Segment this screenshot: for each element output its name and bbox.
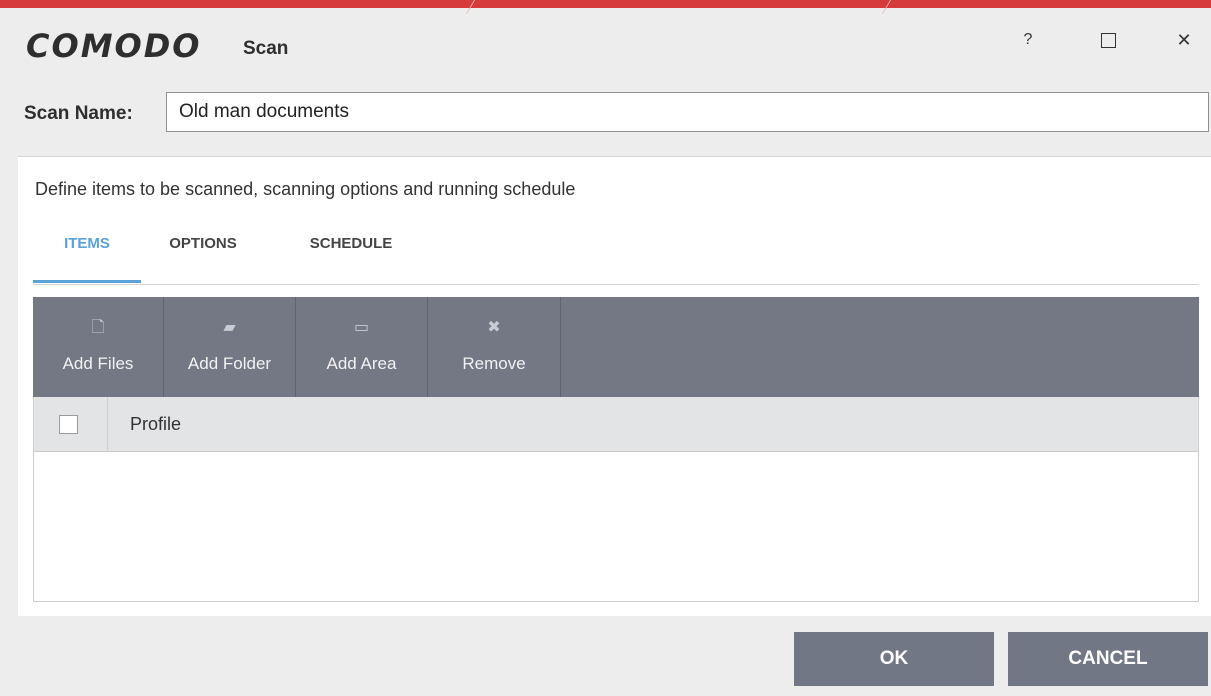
panel-description: Define items to be scanned, scanning opt…	[35, 179, 576, 199]
help-button[interactable]: ?	[1006, 18, 1050, 62]
select-all-checkbox[interactable]	[59, 415, 78, 434]
add-file-icon: 🗋	[91, 319, 105, 336]
tab-options[interactable]: OPTIONS	[158, 229, 248, 283]
close-icon: ✕	[1176, 29, 1192, 50]
table-header: Profile	[34, 397, 1198, 452]
select-all-cell	[34, 397, 108, 452]
remove-icon: ✖	[487, 319, 501, 336]
add-files-label: Add Files	[62, 354, 134, 373]
cancel-button[interactable]: CANCEL	[1008, 632, 1208, 686]
add-files-button[interactable]: 🗋 Add Files	[33, 297, 164, 397]
scan-name-label: Scan Name:	[24, 103, 133, 124]
items-toolbar: 🗋 Add Files ▰ Add Folder ▭ Add Area ✖ Re…	[33, 297, 1199, 397]
window-title: Scan	[243, 38, 289, 59]
tab-schedule[interactable]: SCHEDULE	[291, 229, 411, 283]
add-folder-label: Add Folder	[187, 354, 272, 373]
column-header-profile[interactable]: Profile	[130, 414, 181, 435]
remove-button[interactable]: ✖ Remove	[428, 297, 561, 397]
maximize-icon	[1100, 32, 1116, 48]
add-area-label: Add Area	[326, 354, 397, 373]
ok-button[interactable]: OK	[794, 632, 994, 686]
window-header: COMODO Scan ? ✕	[0, 8, 1211, 78]
add-area-icon: ▭	[353, 319, 370, 336]
add-folder-button[interactable]: ▰ Add Folder	[164, 297, 296, 397]
scan-name-input[interactable]	[166, 92, 1209, 132]
title-bar-accent	[0, 0, 1211, 8]
close-button[interactable]: ✕	[1162, 18, 1206, 62]
add-area-button[interactable]: ▭ Add Area	[296, 297, 428, 397]
add-folder-icon: ▰	[223, 319, 236, 336]
items-table: Profile	[33, 397, 1199, 602]
help-icon: ?	[1023, 31, 1033, 48]
items-panel: Define items to be scanned, scanning opt…	[18, 156, 1211, 616]
maximize-button[interactable]	[1086, 18, 1130, 62]
remove-label: Remove	[462, 354, 526, 373]
brand-logo: COMODO	[26, 27, 202, 65]
tab-items[interactable]: ITEMS	[33, 229, 141, 283]
tab-bar: ITEMS OPTIONS SCHEDULE	[33, 229, 1199, 285]
